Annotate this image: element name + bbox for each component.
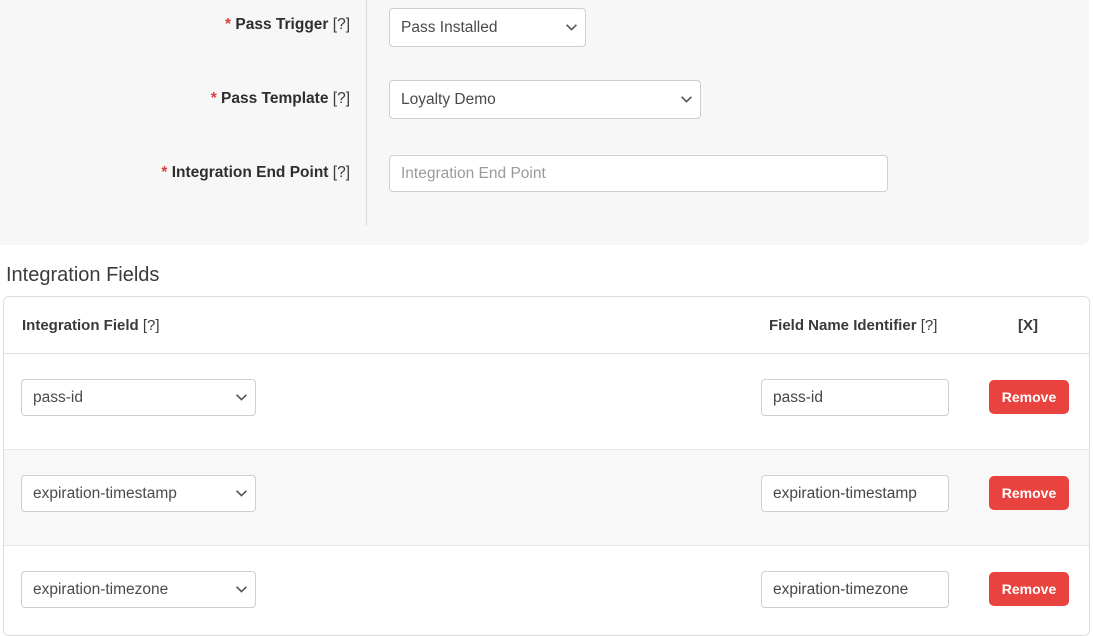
- pass-trigger-select[interactable]: Pass Installed: [389, 8, 586, 47]
- remove-button[interactable]: Remove: [989, 572, 1069, 606]
- pass-template-select-value: Loyalty Demo: [401, 90, 496, 108]
- integration-field-select-value: expiration-timezone: [33, 580, 169, 598]
- remove-button[interactable]: Remove: [989, 380, 1069, 414]
- integration-end-point-label-text: Integration End Point: [171, 164, 329, 181]
- integration-end-point-label: * Integration End Point [?]: [161, 165, 350, 181]
- help-hint-icon[interactable]: [?]: [333, 90, 350, 107]
- required-asterisk-icon: *: [210, 90, 217, 107]
- help-hint-icon[interactable]: [?]: [333, 164, 350, 181]
- chevron-down-icon: [566, 22, 577, 31]
- help-hint-icon[interactable]: [?]: [921, 317, 938, 334]
- table-row: expiration-timestamp expiration-timestam…: [4, 450, 1089, 546]
- pass-trigger-label: * Pass Trigger [?]: [225, 17, 350, 33]
- form-column-divider: [366, 0, 367, 226]
- field-name-identifier-input[interactable]: expiration-timezone: [761, 571, 949, 608]
- field-name-identifier-input[interactable]: expiration-timestamp: [761, 475, 949, 512]
- integration-field-select[interactable]: expiration-timezone: [21, 571, 256, 608]
- help-hint-icon[interactable]: [?]: [143, 317, 160, 334]
- pass-template-select[interactable]: Loyalty Demo: [389, 80, 701, 119]
- column-header-remove: [X]: [1018, 317, 1038, 334]
- column-header-field-name-identifier: Field Name Identifier [?]: [769, 318, 937, 333]
- required-asterisk-icon: *: [225, 16, 232, 33]
- pass-trigger-label-text: Pass Trigger: [235, 16, 329, 33]
- pass-template-label: * Pass Template [?]: [211, 91, 350, 107]
- chevron-down-icon: [236, 488, 247, 497]
- column-header-integration-field-text: Integration Field: [22, 317, 139, 334]
- integration-field-select[interactable]: expiration-timestamp: [21, 475, 256, 512]
- chevron-down-icon: [236, 584, 247, 593]
- table-header-row: Integration Field [?] Field Name Identif…: [4, 297, 1089, 354]
- integration-field-select[interactable]: pass-id: [21, 379, 256, 416]
- field-name-identifier-value: expiration-timezone: [773, 580, 909, 598]
- integration-end-point-placeholder: Integration End Point: [401, 164, 546, 182]
- help-hint-icon[interactable]: [?]: [333, 16, 350, 33]
- remove-button[interactable]: Remove: [989, 476, 1069, 510]
- column-header-field-name-identifier-text: Field Name Identifier: [769, 317, 917, 334]
- field-name-identifier-input[interactable]: pass-id: [761, 379, 949, 416]
- table-row: expiration-timezone expiration-timezone …: [4, 546, 1089, 635]
- integration-fields-table: Integration Field [?] Field Name Identif…: [3, 296, 1090, 636]
- chevron-down-icon: [681, 94, 692, 103]
- pass-settings-panel: * Pass Trigger [?] Pass Installed * Pass…: [0, 0, 1089, 245]
- field-name-identifier-value: pass-id: [773, 388, 823, 406]
- integration-field-select-value: pass-id: [33, 388, 83, 406]
- required-asterisk-icon: *: [161, 164, 168, 181]
- integration-fields-title: Integration Fields: [6, 264, 160, 286]
- column-header-integration-field: Integration Field [?]: [22, 318, 160, 333]
- table-row: pass-id pass-id Remove: [4, 354, 1089, 450]
- pass-template-label-text: Pass Template: [221, 90, 329, 107]
- integration-end-point-input[interactable]: Integration End Point: [389, 155, 888, 192]
- field-name-identifier-value: expiration-timestamp: [773, 484, 917, 502]
- chevron-down-icon: [236, 392, 247, 401]
- pass-trigger-select-value: Pass Installed: [401, 18, 498, 36]
- integration-field-select-value: expiration-timestamp: [33, 484, 177, 502]
